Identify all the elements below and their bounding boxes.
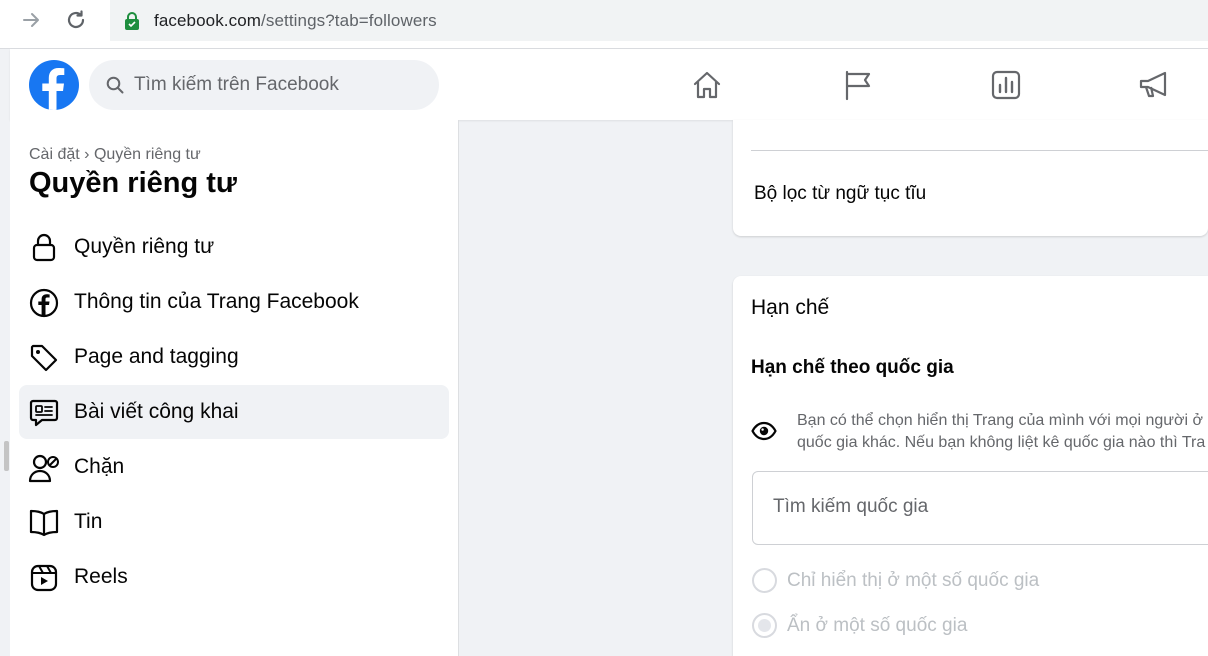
comment-filter-card: Bộ lọc từ ngữ tục tĩu: [733, 120, 1208, 236]
country-search-field[interactable]: [752, 471, 1208, 545]
radio-show-only-some-countries[interactable]: Chỉ hiển thị ở một số quốc gia: [752, 568, 1039, 593]
url-host: facebook.com: [154, 10, 262, 30]
sidebar-item-label: Bài viết công khai: [74, 400, 239, 423]
public-post-icon: [28, 397, 60, 429]
sidebar-item-stories[interactable]: Tin: [19, 495, 449, 549]
page-title: Quyền riêng tư: [29, 167, 237, 199]
sidebar-item-label: Reels: [74, 565, 128, 588]
radio-label: Ẩn ở một số quốc gia: [787, 614, 968, 636]
address-bar[interactable]: facebook.com/settings?tab=followers: [110, 0, 1208, 41]
facebook-icon: [28, 287, 60, 319]
sidebar-item-label: Tin: [74, 510, 103, 533]
flag-icon[interactable]: [841, 68, 875, 102]
breadcrumb-privacy[interactable]: Quyền riêng tư: [94, 146, 201, 163]
facebook-search[interactable]: [89, 60, 439, 110]
lock-icon: [28, 232, 60, 264]
breadcrumb: Cài đặt › Quyền riêng tư: [29, 146, 201, 164]
forward-button[interactable]: [18, 7, 44, 33]
restrictions-card: Hạn chế Hạn chế theo quốc gia Bạn có thể…: [733, 276, 1208, 656]
sidebar-item-label: Quyền riêng tư: [74, 235, 215, 258]
country-restriction-title: Hạn chế theo quốc gia: [751, 357, 954, 378]
scrollbar-handle[interactable]: [4, 441, 9, 471]
story-book-icon: [28, 507, 60, 539]
url-text: facebook.com/settings?tab=followers: [154, 11, 437, 31]
tag-icon: [28, 342, 60, 374]
search-input[interactable]: [134, 74, 414, 96]
home-icon[interactable]: [690, 68, 724, 102]
profanity-filter-label[interactable]: Bộ lọc từ ngữ tục tĩu: [754, 183, 926, 205]
url-path: /settings?tab=followers: [261, 10, 437, 30]
eye-icon: [751, 421, 777, 441]
reload-button[interactable]: [63, 7, 89, 33]
arrow-right-icon: [23, 13, 39, 27]
sidebar-item-block[interactable]: Chặn: [19, 440, 449, 494]
sidebar-item-page-info[interactable]: Thông tin của Trang Facebook: [19, 275, 449, 329]
restrictions-title: Hạn chế: [751, 296, 830, 319]
radio-hide-in-some-countries[interactable]: Ẩn ở một số quốc gia: [752, 613, 967, 638]
sidebar-item-label: Chặn: [74, 455, 125, 478]
facebook-header: [10, 49, 1208, 120]
settings-sidebar: Cài đặt › Quyền riêng tư Quyền riêng tư …: [10, 120, 459, 656]
reels-icon: [28, 562, 60, 594]
radio-button[interactable]: [752, 568, 777, 593]
sidebar-item-label: Thông tin của Trang Facebook: [74, 290, 359, 313]
reload-icon: [67, 10, 85, 29]
sidebar-item-label: Page and tagging: [74, 345, 239, 368]
country-restriction-description: Bạn có thể chọn hiển thị Trang của mình …: [797, 410, 1208, 454]
sidebar-item-privacy[interactable]: Quyền riêng tư: [19, 220, 449, 274]
megaphone-icon[interactable]: [1138, 68, 1172, 102]
block-user-icon: [28, 452, 60, 484]
description-line: quốc gia khác. Nếu bạn không liệt kê quố…: [797, 434, 1206, 451]
breadcrumb-separator: ›: [84, 146, 90, 163]
sidebar-item-page-and-tagging[interactable]: Page and tagging: [19, 330, 449, 384]
radio-label: Chỉ hiển thị ở một số quốc gia: [787, 569, 1040, 591]
breadcrumb-settings[interactable]: Cài đặt: [29, 146, 80, 163]
divider: [751, 150, 1208, 151]
country-search-input[interactable]: [773, 496, 1193, 518]
insights-icon[interactable]: [989, 68, 1023, 102]
facebook-logo-icon[interactable]: [29, 60, 79, 110]
radio-button[interactable]: [752, 613, 777, 638]
sidebar-item-reels[interactable]: Reels: [19, 550, 449, 604]
search-icon: [106, 76, 124, 94]
secure-lock-icon: [122, 11, 142, 31]
sidebar-item-public-posts[interactable]: Bài viết công khai: [19, 385, 449, 439]
browser-toolbar: facebook.com/settings?tab=followers: [0, 0, 1208, 49]
description-line: Bạn có thể chọn hiển thị Trang của mình …: [797, 412, 1203, 429]
